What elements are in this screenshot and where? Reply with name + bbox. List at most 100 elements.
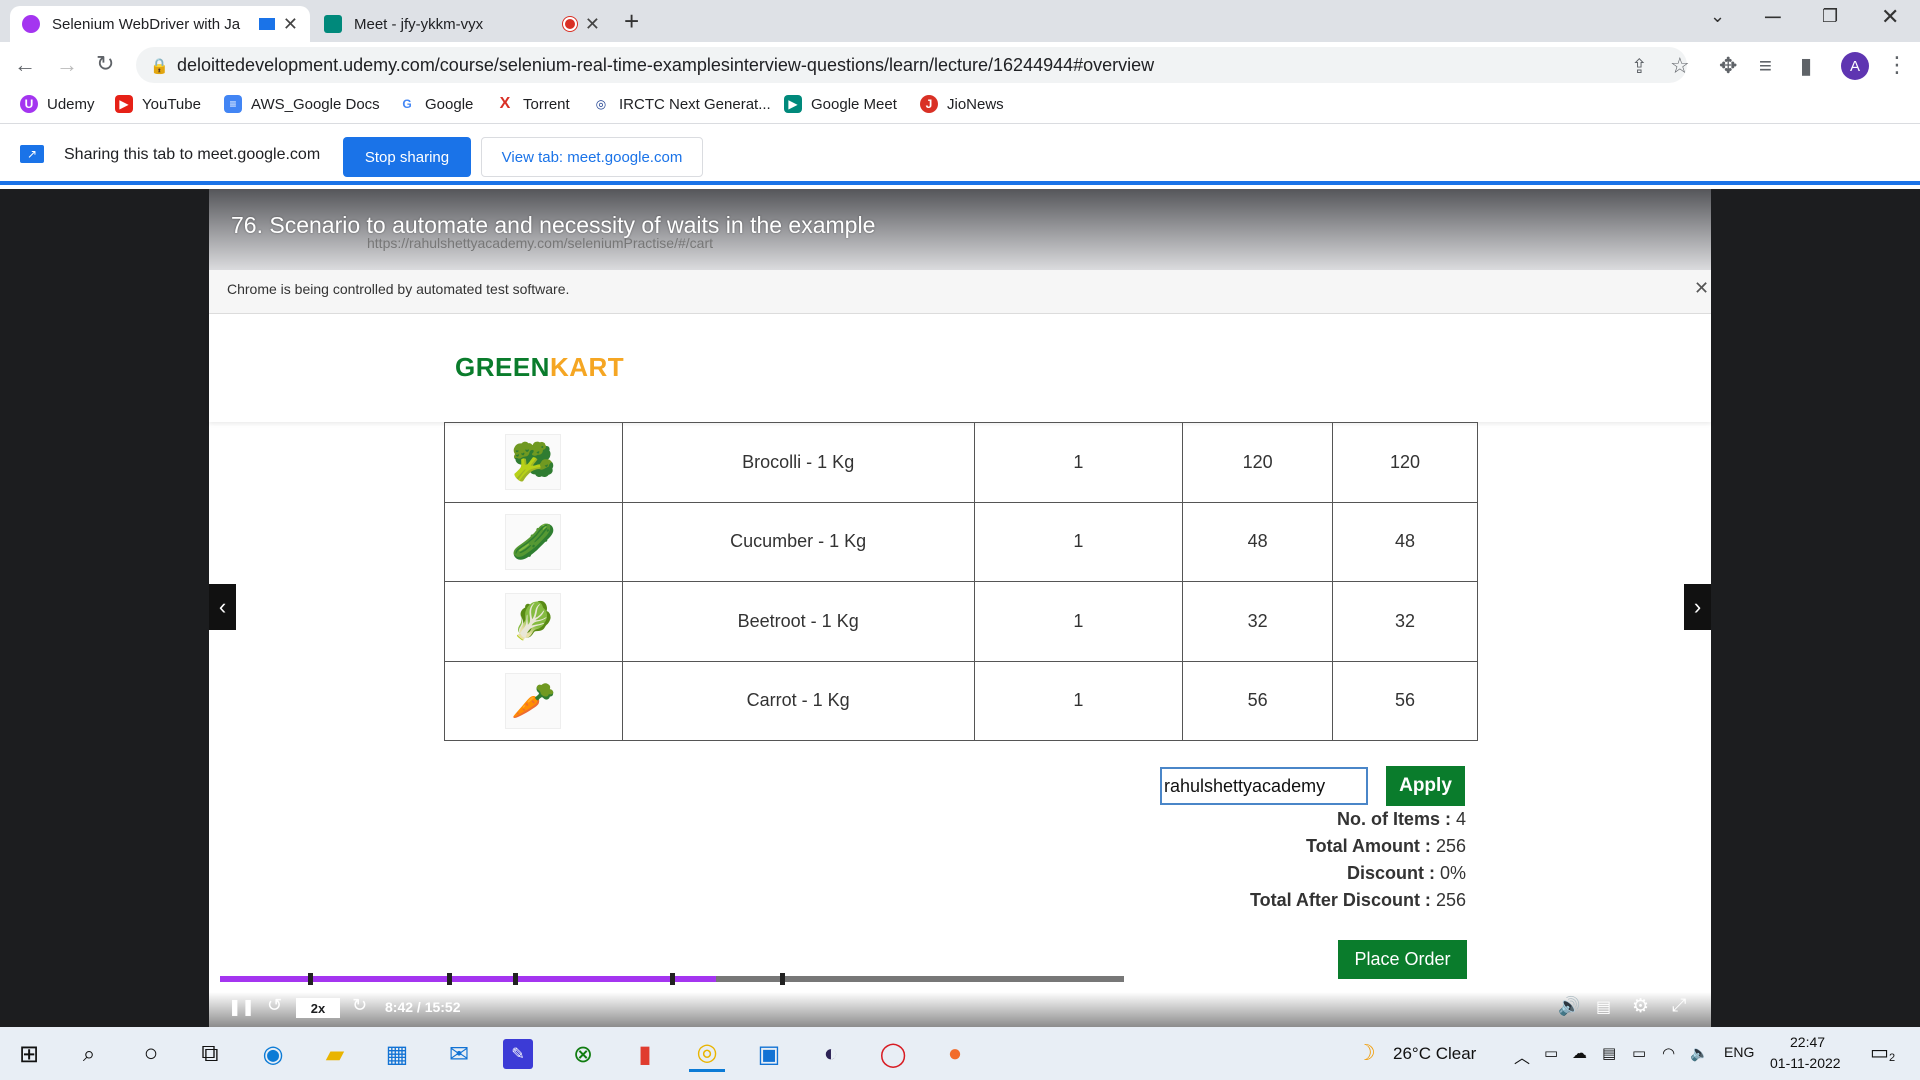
back-icon[interactable]: ←: [14, 52, 36, 78]
battery-icon[interactable]: ▭: [1632, 1044, 1646, 1062]
screen-share-icon: ↗: [20, 145, 44, 163]
remote-desktop-icon[interactable]: ▣: [751, 1036, 787, 1072]
view-tab-button[interactable]: View tab: meet.google.com: [481, 137, 703, 177]
chapter-marker: [447, 973, 452, 985]
minimize-icon[interactable]: ─: [1765, 4, 1781, 30]
postman-icon[interactable]: ●: [937, 1036, 973, 1072]
bookmark-google[interactable]: G Google: [398, 95, 473, 113]
apply-button[interactable]: Apply: [1386, 766, 1465, 806]
edge-icon[interactable]: ◉: [255, 1036, 291, 1072]
share-icon[interactable]: ⇪: [1631, 54, 1648, 79]
url-text[interactable]: deloittedevelopment.udemy.com/course/sel…: [177, 55, 1154, 76]
bookmark-google-meet[interactable]: ▶ Google Meet: [784, 95, 897, 113]
forward-icon[interactable]: →: [56, 52, 78, 78]
close-tab-icon[interactable]: ✕: [585, 14, 600, 35]
product-total: 56: [1395, 690, 1416, 711]
chapter-marker: [780, 973, 785, 985]
bookmark-label: Udemy: [47, 95, 95, 113]
volume-icon[interactable]: 🔊: [1558, 996, 1580, 1017]
wifi-icon[interactable]: ◠: [1662, 1044, 1675, 1062]
menu-icon[interactable]: ⋮: [1886, 52, 1908, 78]
side-panel-icon[interactable]: ▮: [1800, 53, 1812, 79]
product-total: 48: [1395, 531, 1416, 552]
meet-now-icon[interactable]: ▭: [1544, 1044, 1558, 1062]
chapter-marker: [308, 973, 313, 985]
rewind-icon[interactable]: ↺: [267, 995, 282, 1016]
file-explorer-icon[interactable]: ▰: [317, 1036, 353, 1072]
pause-icon[interactable]: ❚❚: [228, 997, 255, 1017]
clock-date[interactable]: 01-11-2022: [1770, 1055, 1841, 1071]
extensions-icon[interactable]: ✥: [1719, 53, 1737, 79]
clock-time[interactable]: 22:47: [1790, 1034, 1825, 1050]
cart-table: 🥦 Brocolli - 1 Kg 1 120 120 🥒 Cucumber - 1 Kg 1…: [444, 422, 1478, 741]
mail-icon[interactable]: ✉: [441, 1036, 477, 1072]
next-lecture-arrow-icon[interactable]: ›: [1684, 584, 1711, 630]
captions-icon[interactable]: ▤: [1596, 997, 1611, 1017]
tab-search-icon[interactable]: ⌄: [1710, 6, 1725, 27]
irctc-icon: ◎: [592, 95, 610, 113]
previous-lecture-arrow-icon[interactable]: ‹: [209, 584, 236, 630]
product-quantity-cell: 1: [973, 501, 1184, 582]
chrome-icon[interactable]: ◎: [689, 1036, 725, 1072]
device-icon[interactable]: ▤: [1602, 1044, 1616, 1062]
bookmark-udemy[interactable]: U Udemy: [20, 95, 95, 113]
profile-avatar[interactable]: A: [1841, 52, 1869, 80]
fullscreen-icon[interactable]: ⤢: [1672, 995, 1686, 1016]
udemy-icon: U: [20, 95, 38, 113]
settings-icon[interactable]: ⚙: [1632, 995, 1649, 1018]
office-icon[interactable]: ▮: [627, 1036, 663, 1072]
show-hidden-icons-icon[interactable]: ︿: [1514, 1044, 1530, 1068]
close-window-icon[interactable]: ✕: [1881, 4, 1899, 30]
bookmark-aws-docs[interactable]: ≡ AWS_Google Docs: [224, 95, 380, 113]
language-indicator[interactable]: ENG: [1724, 1044, 1754, 1060]
chapter-marker: [513, 973, 518, 985]
bookmark-star-icon[interactable]: ☆: [1670, 53, 1690, 79]
tab-meet[interactable]: Meet - jfy-ykkm-vyx ✕: [312, 6, 612, 42]
opera-icon[interactable]: ◯: [875, 1036, 911, 1072]
place-order-button[interactable]: Place Order: [1338, 940, 1467, 979]
torrent-icon: X: [496, 95, 514, 113]
product-name: Cucumber - 1 Kg: [730, 531, 867, 552]
forward-skip-icon[interactable]: ↻: [352, 995, 367, 1016]
onedrive-icon[interactable]: ☁: [1572, 1044, 1587, 1062]
bookmark-label: JioNews: [947, 95, 1004, 113]
bookmark-torrent[interactable]: X Torrent: [496, 95, 570, 113]
media-control-icon[interactable]: ≡: [1759, 53, 1772, 79]
lock-icon[interactable]: 🔒: [150, 57, 169, 75]
weather-text[interactable]: 26°C Clear: [1393, 1044, 1476, 1064]
bookmark-label: IRCTC Next Generat...: [619, 95, 771, 113]
product-name-cell: Brocolli - 1 Kg: [621, 422, 975, 503]
stop-sharing-button[interactable]: Stop sharing: [343, 137, 471, 177]
xbox-icon[interactable]: ⊗: [565, 1036, 601, 1072]
chapter-marker: [670, 973, 675, 985]
speaker-icon[interactable]: 🔈: [1690, 1044, 1709, 1062]
product-price: 32: [1247, 610, 1268, 631]
cart-row: 🥒 Cucumber - 1 Kg 1 48 48: [444, 501, 1478, 582]
bookmark-youtube[interactable]: ▶ YouTube: [115, 95, 201, 113]
tab-udemy[interactable]: Selenium WebDriver with Ja ✕: [10, 6, 310, 42]
new-tab-icon[interactable]: +: [624, 6, 639, 37]
bookmark-label: AWS_Google Docs: [251, 95, 380, 113]
reload-icon[interactable]: ↻: [96, 51, 114, 77]
bookmark-jionews[interactable]: J JioNews: [920, 95, 1004, 113]
eclipse-icon[interactable]: ◐: [813, 1036, 849, 1072]
close-tab-icon[interactable]: ✕: [283, 14, 298, 35]
bookmark-label: Google Meet: [811, 95, 897, 113]
promo-code-input[interactable]: [1160, 767, 1368, 805]
pen-app-icon[interactable]: ✎: [503, 1039, 533, 1069]
windows-start-icon[interactable]: ⊞: [11, 1036, 47, 1072]
restore-icon[interactable]: ❐: [1822, 6, 1838, 27]
search-icon[interactable]: ⌕: [71, 1036, 107, 1072]
timecode: 8:42 / 15:52: [385, 999, 461, 1015]
discount-value: 0%: [1439, 863, 1466, 883]
bookmark-irctc[interactable]: ◎ IRCTC Next Generat...: [592, 95, 771, 113]
google-meet-icon: [324, 15, 342, 33]
cortana-icon[interactable]: ○: [133, 1036, 169, 1072]
task-view-icon[interactable]: ⧉: [192, 1036, 228, 1072]
product-name-cell: Beetroot - 1 Kg: [621, 581, 975, 662]
notifications-icon[interactable]: ▭: [1870, 1040, 1889, 1065]
logo-green-text: GREEN: [455, 352, 550, 382]
product-image-icon: 🥒: [505, 513, 562, 570]
playback-speed-button[interactable]: 2x: [296, 998, 340, 1018]
microsoft-store-icon[interactable]: ▦: [379, 1036, 415, 1072]
